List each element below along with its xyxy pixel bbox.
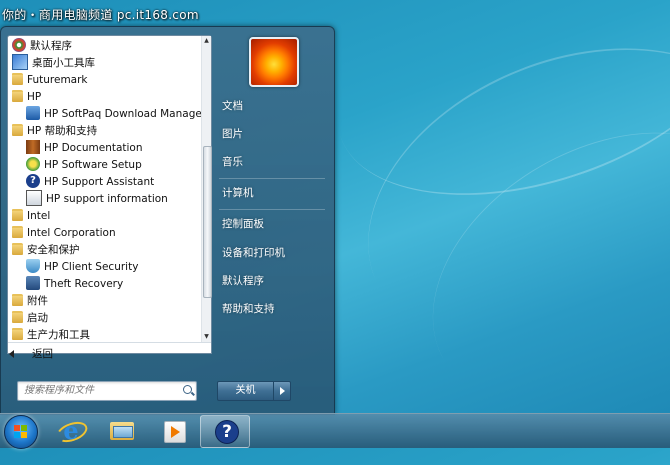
taskbar: e ? <box>0 413 670 449</box>
document-icon <box>26 190 42 206</box>
program-label: Intel Corporation <box>27 227 116 239</box>
help-support-icon: ? <box>215 420 239 444</box>
program-item[interactable]: HP 帮助和支持 <box>12 123 97 140</box>
program-item[interactable]: 桌面小工具库 <box>12 54 95 72</box>
menu-separator <box>219 178 325 179</box>
help-question-icon: ? <box>26 174 40 188</box>
program-list-scrollbar[interactable]: ▲ ▼ <box>201 36 212 342</box>
program-label: 生产力和工具 <box>27 329 90 341</box>
all-programs-pane: 默认程序桌面小工具库 Futuremark HP HP SoftPaq Downloa… <box>7 35 212 354</box>
menu-separator <box>219 209 325 210</box>
scroll-thumb[interactable] <box>203 146 212 298</box>
desktop-light-streak <box>322 0 670 411</box>
shutdown-options-arrow-icon[interactable] <box>273 381 291 401</box>
windows-explorer-icon <box>110 422 134 440</box>
folder-icon <box>12 328 23 340</box>
program-label: Intel <box>27 210 51 222</box>
program-list: 默认程序桌面小工具库 Futuremark HP HP SoftPaq Downloa… <box>8 36 201 342</box>
search-icon[interactable] <box>183 385 192 394</box>
menu-documents[interactable]: 文档 <box>222 96 322 116</box>
watermark-text: 你的・商用电脑频道 pc.it168.com <box>2 8 199 22</box>
windows-logo-icon <box>14 425 28 439</box>
program-label: 附件 <box>27 295 48 307</box>
program-item[interactable]: ? HP Support Assistant <box>26 174 154 191</box>
folder-icon <box>12 90 23 102</box>
gadgets-icon <box>12 54 28 70</box>
folder-icon <box>12 226 23 238</box>
program-item[interactable]: HP SoftPaq Download Manager <box>26 106 201 123</box>
program-label: 启动 <box>27 312 48 324</box>
program-item[interactable]: Futuremark <box>12 72 88 89</box>
program-item[interactable]: Intel Corporation <box>12 225 116 242</box>
program-label: HP 帮助和支持 <box>27 125 98 137</box>
folder-icon <box>12 209 23 221</box>
menu-devices-printers[interactable]: 设备和打印机 <box>222 243 322 263</box>
shield-check-icon <box>26 259 40 273</box>
program-label: HP Client Security <box>44 261 139 273</box>
default-programs-icon <box>12 38 26 52</box>
program-label: HP Support Assistant <box>44 176 155 188</box>
program-label: HP Documentation <box>44 142 143 154</box>
program-item[interactable]: HP support information <box>26 190 168 208</box>
back-label: 返回 <box>32 348 53 360</box>
program-item[interactable]: HP <box>12 89 41 106</box>
back-arrow-icon <box>9 350 14 358</box>
program-item[interactable]: 默认程序 <box>12 38 72 55</box>
folder-icon <box>12 243 23 255</box>
software-setup-icon <box>26 157 40 171</box>
program-item[interactable]: 附件 <box>12 293 48 310</box>
program-item[interactable]: Theft Recovery <box>26 276 123 293</box>
program-label: Theft Recovery <box>44 278 124 290</box>
start-menu: 默认程序 桌面小工具库 Futuremark HP HP SoftPaq Downloa… <box>0 26 335 415</box>
folder-icon <box>12 124 23 136</box>
books-icon <box>26 140 40 154</box>
back-button[interactable]: 返回 <box>9 345 53 363</box>
menu-help-support[interactable]: 帮助和支持 <box>222 299 322 319</box>
program-label: 默认程序 <box>30 40 72 52</box>
program-label: 桌面小工具库 <box>32 57 95 69</box>
taskbar-help-support[interactable]: ? <box>200 415 250 448</box>
program-item[interactable]: HP Documentation <box>26 140 143 157</box>
padlock-icon <box>26 276 40 290</box>
desktop-light-streak <box>305 0 670 242</box>
taskbar-windows-explorer[interactable] <box>98 415 146 446</box>
taskbar-internet-explorer[interactable]: e <box>46 415 94 446</box>
menu-pictures[interactable]: 图片 <box>222 124 322 144</box>
program-label: HP SoftPaq Download Manager <box>44 108 201 120</box>
start-orb-button[interactable] <box>4 415 38 449</box>
search-box[interactable] <box>17 381 197 401</box>
program-item[interactable]: 安全和保护 <box>12 242 80 259</box>
folder-icon <box>12 311 23 323</box>
program-label: 安全和保护 <box>27 244 80 256</box>
program-label: HP <box>27 91 42 103</box>
internet-explorer-e-icon: e <box>63 416 79 445</box>
search-input[interactable] <box>18 382 174 398</box>
program-item[interactable]: 生产力和工具 <box>12 327 90 342</box>
folder-icon <box>12 294 23 306</box>
folder-icon <box>12 73 23 85</box>
media-player-icon <box>164 421 186 443</box>
menu-computer[interactable]: 计算机 <box>222 183 322 203</box>
program-label: HP Software Setup <box>44 159 142 171</box>
program-item[interactable]: Intel <box>12 208 50 225</box>
hp-softpaq-icon <box>26 106 40 120</box>
menu-control-panel[interactable]: 控制面板 <box>222 214 322 234</box>
menu-music[interactable]: 音乐 <box>222 152 322 172</box>
program-label: HP support information <box>46 193 168 205</box>
user-avatar[interactable] <box>249 37 299 87</box>
shutdown-button[interactable]: 关机 <box>217 381 274 401</box>
menu-default-programs[interactable]: 默认程序 <box>222 271 322 291</box>
scroll-down-arrow-icon[interactable]: ▼ <box>202 332 211 342</box>
desktop-light-streak <box>383 76 670 465</box>
program-label: Futuremark <box>27 74 88 86</box>
taskbar-media-player[interactable] <box>150 415 198 446</box>
program-item[interactable]: HP Software Setup <box>26 157 142 174</box>
program-item[interactable]: HP Client Security <box>26 259 138 276</box>
scroll-up-arrow-icon[interactable]: ▲ <box>202 36 211 46</box>
program-item[interactable]: 启动 <box>12 310 48 327</box>
